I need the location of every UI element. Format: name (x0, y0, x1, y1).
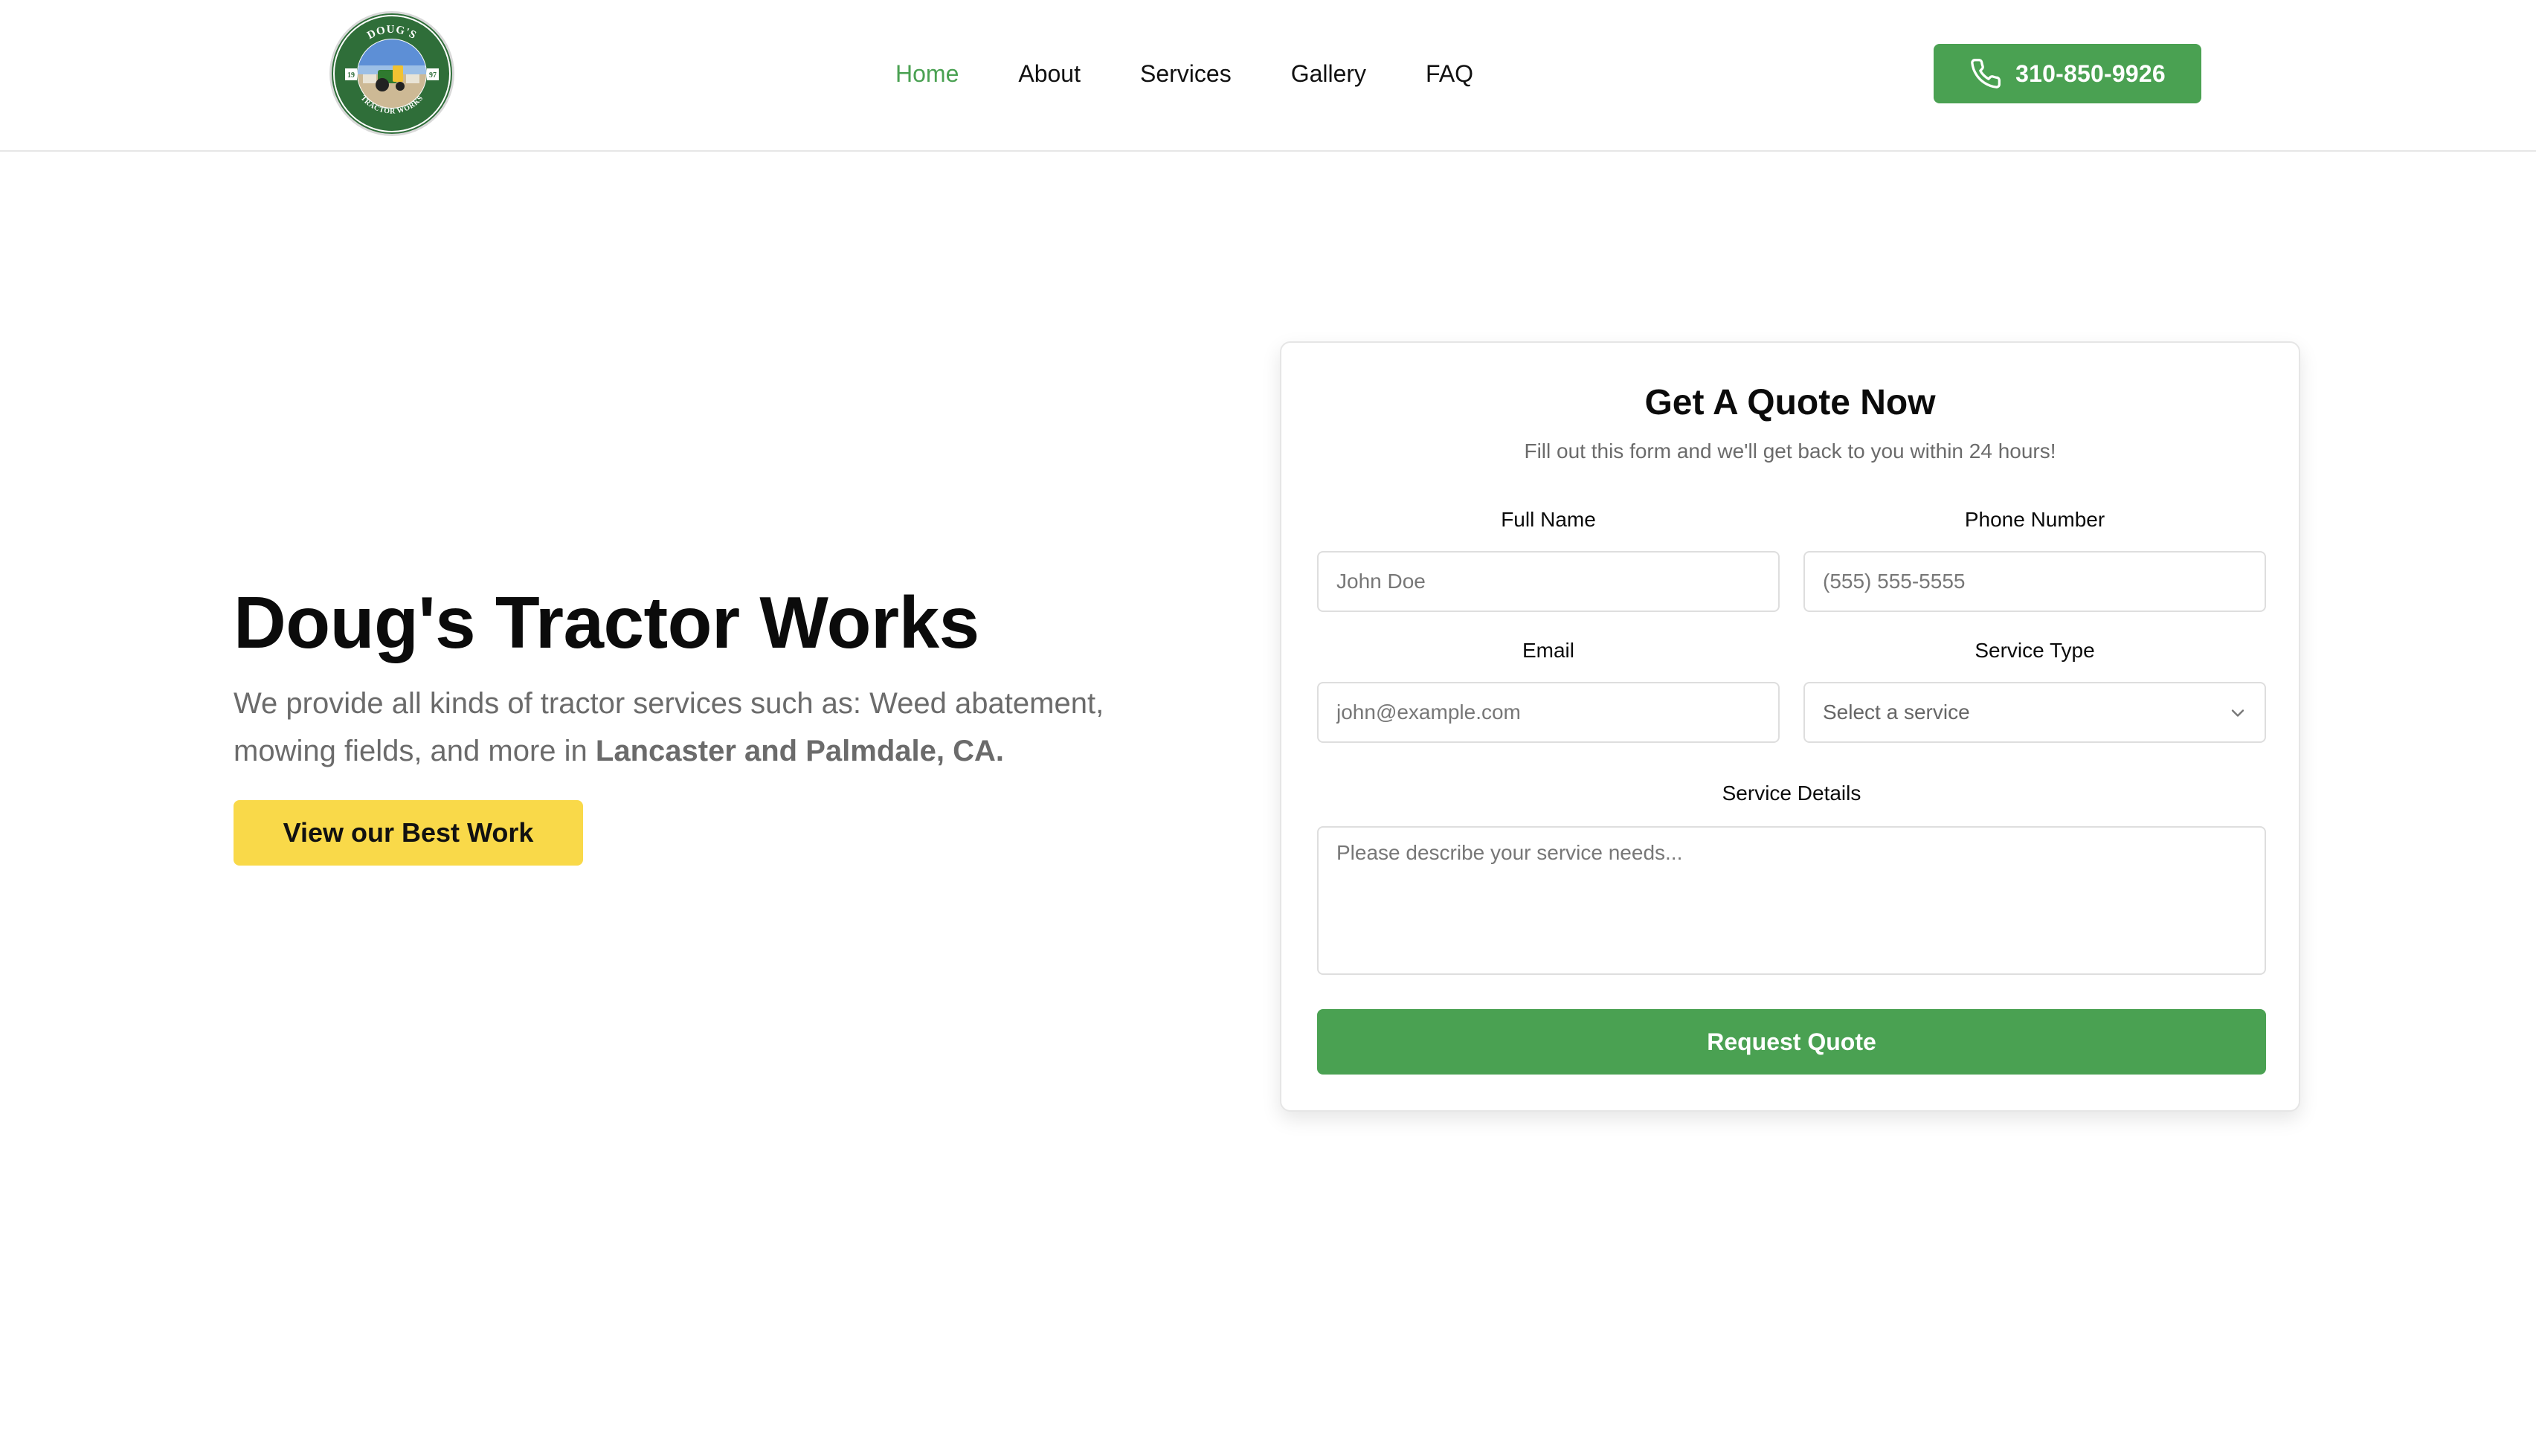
site-header: 19 97 DOUG'S TRACTOR WORKS Home About Se… (0, 0, 2536, 152)
nav-link-gallery[interactable]: Gallery (1291, 54, 1366, 94)
service-type-label: Service Type (1975, 639, 2095, 662)
phone-number-label: Phone Number (1964, 508, 2105, 531)
phone-icon (1971, 59, 2001, 88)
quote-form-title: Get A Quote Now (1644, 383, 1936, 422)
logo-year-right: 97 (429, 71, 437, 80)
brand-logo[interactable]: 19 97 DOUG'S TRACTOR WORKS (332, 13, 452, 134)
email-label: Email (1522, 639, 1574, 662)
quote-form-card: Get A Quote Now Fill out this form and w… (1280, 341, 2300, 1112)
full-name-input[interactable] (1317, 551, 1780, 612)
service-details-label: Service Details (1722, 782, 1861, 805)
request-quote-button[interactable]: Request Quote (1317, 1009, 2266, 1075)
nav-link-faq[interactable]: FAQ (1426, 54, 1473, 94)
service-details-textarea[interactable] (1317, 826, 2266, 975)
nav-link-services[interactable]: Services (1140, 54, 1232, 94)
main-nav: Home About Services Gallery FAQ (895, 54, 1473, 94)
logo-year-left: 19 (347, 71, 355, 80)
hero-description: We provide all kinds of tractor services… (234, 680, 1193, 775)
email-input[interactable] (1317, 682, 1780, 743)
service-type-value: Select a service (1823, 700, 1970, 724)
service-type-select[interactable]: Select a service (1803, 682, 2266, 743)
chevron-down-icon (2231, 709, 2244, 717)
nav-link-home[interactable]: Home (895, 54, 959, 94)
hero-location-highlight: Lancaster and Palmdale, CA. (595, 735, 1004, 767)
nav-link-about[interactable]: About (1018, 54, 1081, 94)
phone-number-label: 310-850-9926 (2015, 59, 2166, 87)
phone-call-button[interactable]: 310-850-9926 (1934, 44, 2201, 103)
quote-form-subtitle: Fill out this form and we'll get back to… (1524, 439, 2056, 463)
logo-emblem-icon: 19 97 DOUG'S TRACTOR WORKS (332, 14, 451, 133)
view-best-work-button[interactable]: View our Best Work (234, 800, 583, 866)
full-name-label: Full Name (1501, 508, 1596, 531)
phone-number-input[interactable] (1803, 551, 2266, 612)
hero-title: Doug's Tractor Works (234, 582, 979, 663)
